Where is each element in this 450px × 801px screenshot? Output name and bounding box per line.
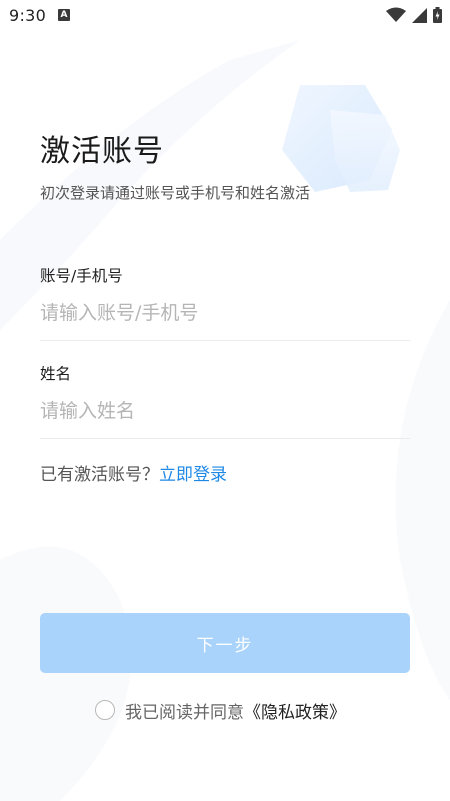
login-row: 已有激活账号？立即登录 bbox=[40, 460, 227, 485]
name-input[interactable] bbox=[40, 394, 410, 428]
status-icons bbox=[386, 6, 442, 24]
login-prompt: 已有激活账号？ bbox=[40, 465, 159, 485]
battery-icon bbox=[433, 7, 442, 23]
name-field-divider bbox=[40, 438, 410, 439]
next-button[interactable]: 下一步 bbox=[40, 613, 410, 673]
notification-icon: A bbox=[58, 9, 70, 21]
login-link[interactable]: 立即登录 bbox=[159, 465, 227, 485]
name-field-label: 姓名 bbox=[40, 365, 72, 383]
agreement-row: 我已阅读并同意 《隐私政策》 bbox=[95, 697, 346, 723]
agreement-text: 我已阅读并同意 bbox=[125, 702, 244, 723]
account-field-divider bbox=[40, 340, 410, 341]
status-time: 9:30 bbox=[9, 6, 47, 25]
wifi-icon bbox=[386, 7, 406, 22]
page-subtitle: 初次登录请通过账号或手机号和姓名激活 bbox=[40, 184, 311, 202]
account-field-label: 账号/手机号 bbox=[40, 267, 123, 285]
agree-checkbox[interactable] bbox=[95, 700, 115, 720]
privacy-policy-link[interactable]: 《隐私政策》 bbox=[244, 698, 346, 723]
page-title: 激活账号 bbox=[40, 134, 164, 169]
cellular-signal-icon bbox=[412, 7, 427, 23]
account-input[interactable] bbox=[40, 296, 410, 330]
status-bar: 9:30 A bbox=[0, 0, 450, 32]
